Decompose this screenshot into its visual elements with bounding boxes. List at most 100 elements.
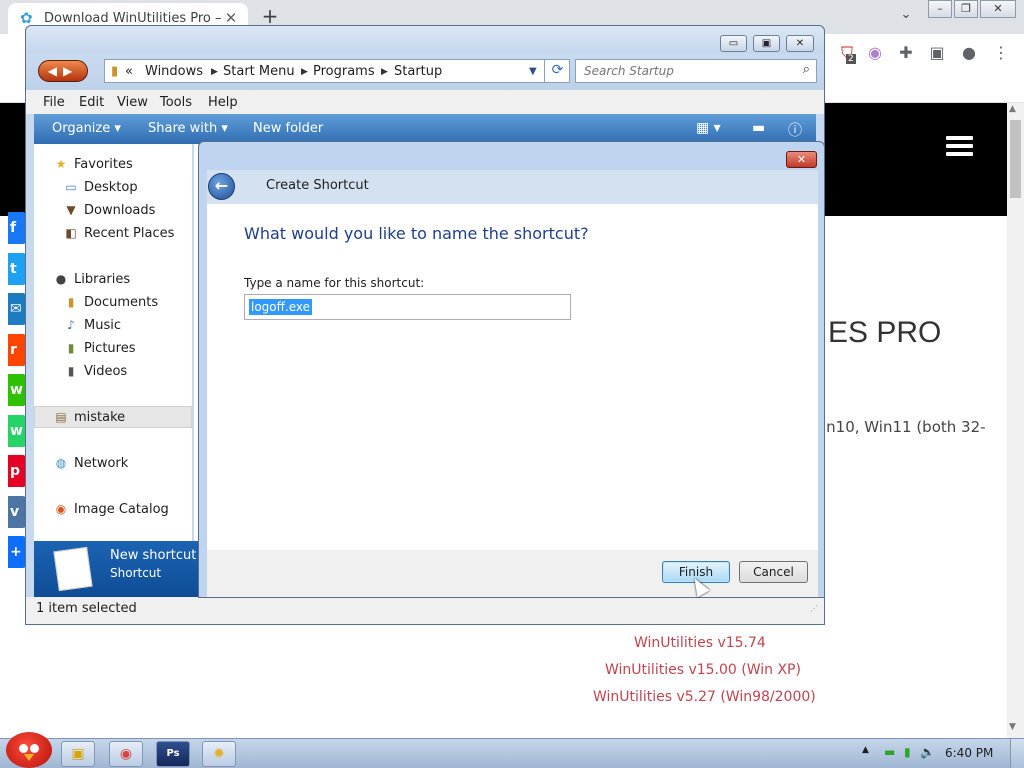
more-menu-icon[interactable]: ⋮ <box>990 42 1012 64</box>
nav-documents[interactable]: ▮ Documents <box>34 292 192 314</box>
scroll-up-icon[interactable]: ▲ <box>1009 104 1016 114</box>
wechat-share-icon[interactable]: w <box>8 374 26 406</box>
download-link-v5-27[interactable]: WinUtilities v5.27 (Win98/2000) <box>593 689 816 705</box>
shortcut-name-value: logoff.exe <box>249 299 313 315</box>
email-share-icon[interactable]: ✉ <box>8 293 26 325</box>
menu-file[interactable]: File <box>43 95 65 110</box>
breadcrumb-startup[interactable]: Startup <box>394 64 442 79</box>
nav-downloads[interactable]: ▼ Downloads <box>34 200 192 222</box>
taskbar-clock[interactable]: 6:40 PM <box>945 746 993 760</box>
breadcrumb-programs[interactable]: Programs <box>313 64 375 79</box>
chevron-right-icon[interactable]: ▶ <box>301 67 308 77</box>
chevron-right-icon[interactable]: ▶ <box>381 67 388 77</box>
facebook-share-icon[interactable]: f <box>8 212 26 244</box>
preview-pane-icon[interactable]: ▬ <box>752 120 765 136</box>
create-shortcut-dialog: ✕ ← Create Shortcut What would you like … <box>198 141 825 598</box>
extension-badge: 2 <box>846 54 856 64</box>
nav-image-catalog[interactable]: ◉ Image Catalog <box>34 499 192 521</box>
volume-icon[interactable]: 🔈 <box>920 745 935 759</box>
navigation-pane: ★ Favorites ▭ Desktop ▼ Downloads ◧ Rece… <box>34 144 192 544</box>
photoshop-icon[interactable]: Ps <box>156 741 190 767</box>
browser-close-button[interactable]: ✕ <box>980 0 1016 18</box>
nav-pictures[interactable]: ▮ Pictures <box>34 338 192 360</box>
download-link-v15-00[interactable]: WinUtilities v15.00 (Win XP) <box>605 662 801 678</box>
dialog-close-button[interactable]: ✕ <box>786 151 817 168</box>
nav-label: Image Catalog <box>74 502 169 517</box>
back-forward-buttons[interactable]: ◀▶ <box>38 60 88 82</box>
page-text: in10, Win11 (both 32- <box>822 418 986 436</box>
show-desktop-button[interactable] <box>1010 739 1024 768</box>
new-folder-button[interactable]: New folder <box>253 121 323 136</box>
scroll-down-icon[interactable]: ▼ <box>1009 722 1016 732</box>
start-button[interactable] <box>6 732 52 768</box>
address-bar[interactable]: ▮ « Windows ▶ Start Menu ▶ Programs ▶ St… <box>104 59 570 83</box>
extension-icon[interactable]: ◉ <box>864 42 886 64</box>
network-tray-icon[interactable]: ▮ <box>904 745 911 759</box>
desktop-icon: ▭ <box>65 180 77 194</box>
profile-icon[interactable]: ● <box>958 42 980 64</box>
nav-music[interactable]: ♪ Music <box>34 315 192 337</box>
menu-tools[interactable]: Tools <box>160 95 192 110</box>
shortcut-file-icon <box>53 546 93 592</box>
settings-icon[interactable]: ✹ <box>202 741 236 767</box>
help-icon[interactable]: ⓘ <box>788 120 802 140</box>
share-share-icon[interactable]: + <box>8 536 26 568</box>
explorer-close-button[interactable]: ✕ <box>786 35 814 52</box>
cancel-button[interactable]: Cancel <box>739 561 808 583</box>
explorer-titlebar[interactable] <box>26 26 824 54</box>
pinterest-share-icon[interactable]: p <box>8 455 26 487</box>
selected-item-name: New shortcut <box>110 548 197 563</box>
browser-minimize-button[interactable]: – <box>928 0 952 18</box>
explorer-maximize-button[interactable]: ▣ <box>753 35 780 52</box>
chevron-right-icon[interactable]: ▶ <box>211 67 218 77</box>
page-heading: ES PRO <box>828 316 942 349</box>
scrollbar-thumb[interactable] <box>1010 120 1021 198</box>
back-arrow-icon[interactable]: ← <box>208 173 235 200</box>
nav-mistake[interactable]: ▤ mistake <box>34 406 192 428</box>
chevron-down-icon[interactable]: ⌄ <box>896 7 916 27</box>
side-panel-icon[interactable]: ▣ <box>926 42 948 64</box>
shortcut-name-input[interactable]: logoff.exe <box>244 294 571 320</box>
whatsapp-share-icon[interactable]: w <box>8 414 26 447</box>
folder-icon[interactable]: ▣ <box>61 741 95 767</box>
status-bar: 1 item selected <box>26 597 824 624</box>
vk-share-icon[interactable]: v <box>8 495 26 528</box>
music-icon: ♪ <box>67 318 75 332</box>
breadcrumb-windows[interactable]: Windows <box>145 64 203 79</box>
search-input[interactable] <box>584 63 784 79</box>
twitter-share-icon[interactable]: t <box>8 252 26 285</box>
chevron-down-icon[interactable]: ▼ <box>529 66 537 77</box>
nav-videos[interactable]: ▮ Videos <box>34 361 192 383</box>
browser-restore-button[interactable]: ❐ <box>954 0 978 18</box>
nav-label: Pictures <box>84 341 136 356</box>
search-icon[interactable]: ⌕ <box>803 62 810 77</box>
nav-recent-places[interactable]: ◧ Recent Places <box>34 223 192 245</box>
resize-grip-icon[interactable]: ⋰ <box>810 604 818 613</box>
chrome-icon[interactable]: ◉ <box>109 741 143 767</box>
reddit-share-icon[interactable]: r <box>8 333 26 366</box>
search-box[interactable]: ⌕ <box>575 59 817 83</box>
show-hidden-icons-icon[interactable]: ▲ <box>862 745 869 755</box>
image-catalog-icon: ◉ <box>55 502 67 516</box>
new-tab-button[interactable]: + <box>260 6 280 26</box>
nav-libraries[interactable]: ● Libraries <box>34 269 192 291</box>
nav-desktop[interactable]: ▭ Desktop <box>34 177 192 199</box>
nav-label: Music <box>84 318 121 333</box>
refresh-icon[interactable]: ⟳ <box>544 59 570 83</box>
nav-network[interactable]: ◍ Network <box>34 453 192 475</box>
menu-view[interactable]: View <box>117 95 148 110</box>
puzzle-icon[interactable]: ✚ <box>895 42 917 64</box>
nav-favorites[interactable]: ★ Favorites <box>34 154 192 176</box>
share-with-button[interactable]: Share with ▾ <box>148 121 228 136</box>
organize-button[interactable]: Organize ▾ <box>52 121 121 136</box>
menu-edit[interactable]: Edit <box>79 95 104 110</box>
menu-help[interactable]: Help <box>208 95 238 110</box>
view-options-icon[interactable]: ▦ ▾ <box>696 120 721 136</box>
breadcrumb-start-menu[interactable]: Start Menu <box>223 64 295 79</box>
nav-label: Network <box>74 456 129 471</box>
battery-icon[interactable]: ▬ <box>884 745 895 759</box>
hamburger-menu-icon[interactable] <box>946 136 973 156</box>
page-scrollbar[interactable] <box>1007 103 1024 738</box>
download-link-v15-74[interactable]: WinUtilities v15.74 <box>634 635 766 651</box>
explorer-minimize-button[interactable]: ▭ <box>720 35 747 52</box>
